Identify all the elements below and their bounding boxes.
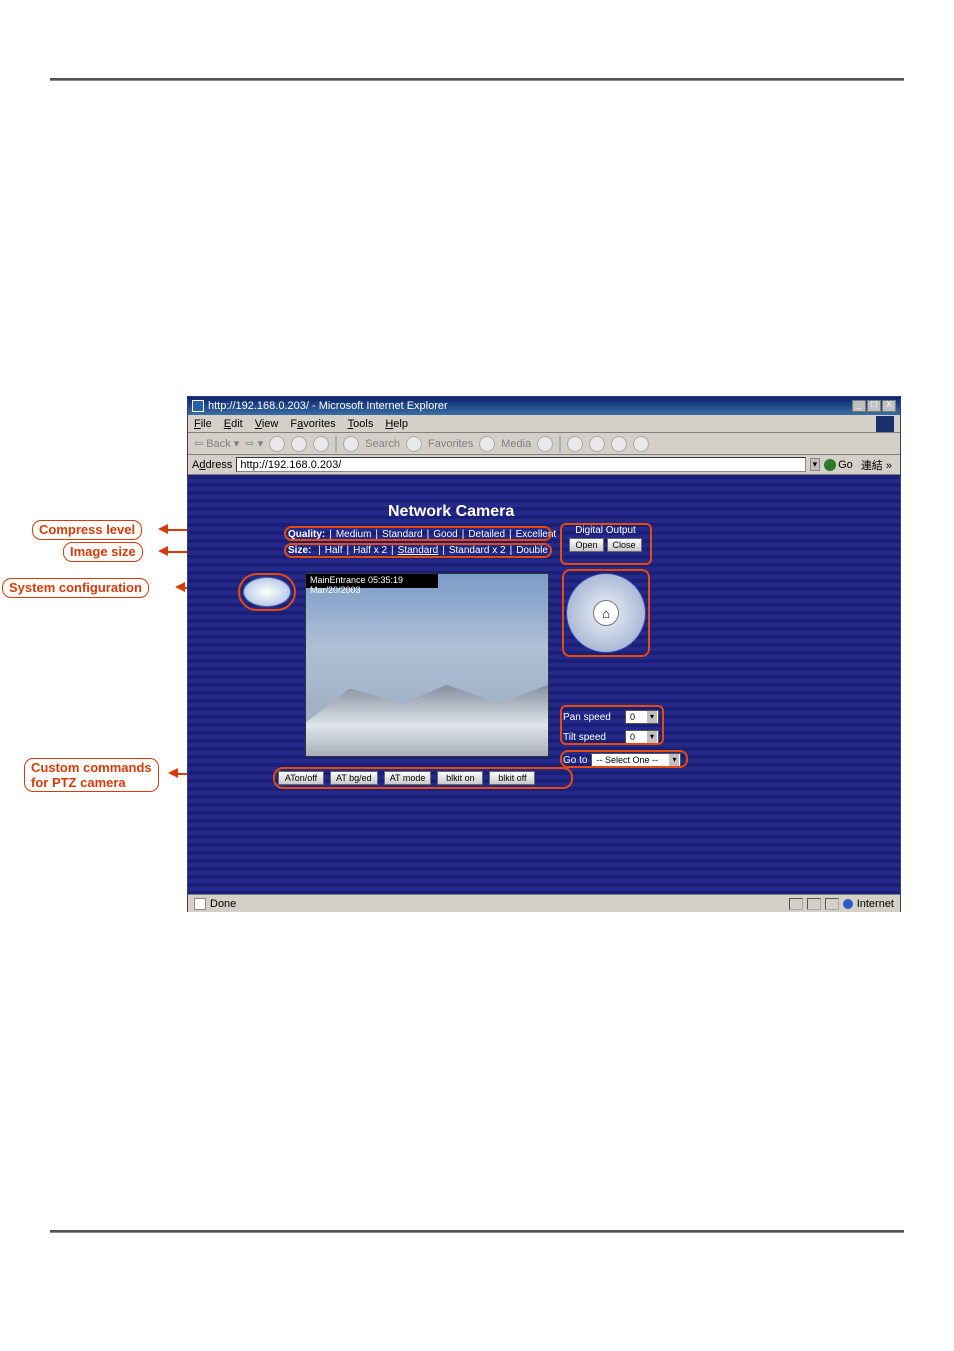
links-button[interactable]: 連結 » xyxy=(857,457,896,473)
pan-tilt-control[interactable]: ⌂ xyxy=(566,573,646,653)
ptz-home-icon[interactable]: ⌂ xyxy=(593,600,619,626)
pan-speed-select[interactable]: 0 xyxy=(625,710,659,724)
callout-image-size: Image size xyxy=(63,542,143,562)
callout-text: for PTZ camera xyxy=(31,775,126,790)
discuss-icon[interactable] xyxy=(633,436,649,452)
media-button[interactable]: Media xyxy=(501,438,531,450)
mail-icon[interactable] xyxy=(567,436,583,452)
refresh-icon[interactable] xyxy=(291,436,307,452)
minimize-button[interactable]: _ xyxy=(852,400,866,412)
custom-commands-row: ATon/off AT bg/ed AT mode blkit on blkit… xyxy=(278,771,535,785)
ie-logo-icon xyxy=(876,416,894,432)
status-pane xyxy=(807,898,821,910)
pan-tilt-speed-box: Pan speed 0 Tilt speed 0 xyxy=(563,709,669,749)
print-icon[interactable] xyxy=(589,436,605,452)
digital-output-box: Digital Output Open Close xyxy=(563,525,648,563)
home-icon[interactable] xyxy=(313,436,329,452)
status-pane xyxy=(825,898,839,910)
quality-medium[interactable]: Medium xyxy=(336,529,372,540)
size-label: Size: xyxy=(288,545,311,556)
digital-output-close[interactable]: Close xyxy=(607,538,642,552)
size-double[interactable]: Double xyxy=(516,545,548,556)
digital-output-open[interactable]: Open xyxy=(569,538,603,552)
favorites-button[interactable]: Favorites xyxy=(428,438,473,450)
size-row: Size: | Half| Half x 2| Standard| Standa… xyxy=(288,545,548,556)
custom-btn-1[interactable]: AT bg/ed xyxy=(330,771,378,785)
status-pane xyxy=(789,898,803,910)
quality-row: Quality: | Medium| Standard| Good| Detai… xyxy=(288,529,556,540)
history-icon[interactable] xyxy=(537,436,553,452)
ie-toolbar: ⇦ Back ▾ ⇨ ▾ Search Favorites Media xyxy=(188,433,900,455)
quality-good[interactable]: Good xyxy=(433,529,457,540)
status-done-icon xyxy=(194,898,206,910)
stop-icon[interactable] xyxy=(269,436,285,452)
ie-icon xyxy=(192,400,204,412)
system-configuration-button[interactable] xyxy=(243,577,291,607)
ie-titlebar: http://192.168.0.203/ - Microsoft Intern… xyxy=(188,397,900,415)
custom-btn-2[interactable]: AT mode xyxy=(384,771,432,785)
goto-label: Go to xyxy=(563,755,587,766)
address-label: Address xyxy=(192,459,232,471)
page-rule-top xyxy=(50,78,904,81)
menu-file[interactable]: File xyxy=(194,418,212,430)
callout-system-configuration: System configuration xyxy=(2,578,149,598)
size-half[interactable]: Half xyxy=(325,545,343,556)
menu-help[interactable]: Help xyxy=(385,418,408,430)
annotated-figure: Compress level Image size System configu… xyxy=(0,390,954,930)
ie-addressbar: Address ▾ Go 連結 » xyxy=(188,455,900,475)
callout-text: Custom commands xyxy=(31,760,152,775)
page-rule-bottom xyxy=(50,1230,904,1233)
internet-zone-icon xyxy=(843,899,853,909)
search-button[interactable]: Search xyxy=(365,438,400,450)
callout-custom-commands: Custom commands for PTZ camera xyxy=(24,758,159,792)
custom-btn-0[interactable]: ATon/off xyxy=(278,771,324,785)
video-scene xyxy=(306,681,548,756)
close-button[interactable]: X xyxy=(882,400,896,412)
digital-output-label: Digital Output xyxy=(563,525,648,536)
quality-standard[interactable]: Standard xyxy=(382,529,423,540)
media-icon[interactable] xyxy=(479,436,495,452)
back-button[interactable]: ⇦ Back ▾ xyxy=(194,437,239,450)
address-input[interactable] xyxy=(236,457,805,472)
goto-row: Go to -- Select One -- xyxy=(563,753,681,767)
menu-edit[interactable]: Edit xyxy=(224,418,243,430)
edit-icon[interactable] xyxy=(611,436,627,452)
ie-window: http://192.168.0.203/ - Microsoft Intern… xyxy=(187,396,901,912)
pan-speed-label: Pan speed xyxy=(563,712,619,723)
size-standard2[interactable]: Standard x 2 xyxy=(449,545,506,556)
address-dropdown-icon[interactable]: ▾ xyxy=(810,458,821,471)
custom-btn-3[interactable]: blkit on xyxy=(437,771,483,785)
camera-page: Network Camera Quality: | Medium| Standa… xyxy=(188,475,900,894)
size-half2[interactable]: Half x 2 xyxy=(353,545,387,556)
window-title: http://192.168.0.203/ - Microsoft Intern… xyxy=(208,400,448,412)
search-icon[interactable] xyxy=(343,436,359,452)
forward-button[interactable]: ⇨ ▾ xyxy=(245,437,263,450)
menu-tools[interactable]: Tools xyxy=(348,418,374,430)
goto-select[interactable]: -- Select One -- xyxy=(591,753,681,767)
ie-statusbar: Done Internet xyxy=(188,894,900,912)
page-title: Network Camera xyxy=(388,503,514,521)
menu-favorites[interactable]: Favorites xyxy=(290,418,335,430)
maximize-button[interactable]: ☐ xyxy=(867,400,881,412)
custom-btn-4[interactable]: blkit off xyxy=(489,771,535,785)
go-button[interactable]: Go xyxy=(824,459,853,471)
quality-detailed[interactable]: Detailed xyxy=(468,529,505,540)
favorites-icon[interactable] xyxy=(406,436,422,452)
ie-menubar: File Edit View Favorites Tools Help xyxy=(188,415,900,433)
status-text: Done xyxy=(210,898,236,910)
status-zone: Internet xyxy=(857,898,894,910)
video-caption: MainEntrance 05:35:19 Mar/20/2003 xyxy=(306,574,438,588)
size-standard[interactable]: Standard xyxy=(398,545,439,556)
tilt-speed-label: Tilt speed xyxy=(563,732,619,743)
menu-view[interactable]: View xyxy=(255,418,279,430)
video-preview: MainEntrance 05:35:19 Mar/20/2003 xyxy=(305,573,549,757)
tilt-speed-select[interactable]: 0 xyxy=(625,730,659,744)
quality-label: Quality: xyxy=(288,529,325,540)
quality-excellent[interactable]: Excellent xyxy=(516,529,557,540)
callout-compress-level: Compress level xyxy=(32,520,142,540)
